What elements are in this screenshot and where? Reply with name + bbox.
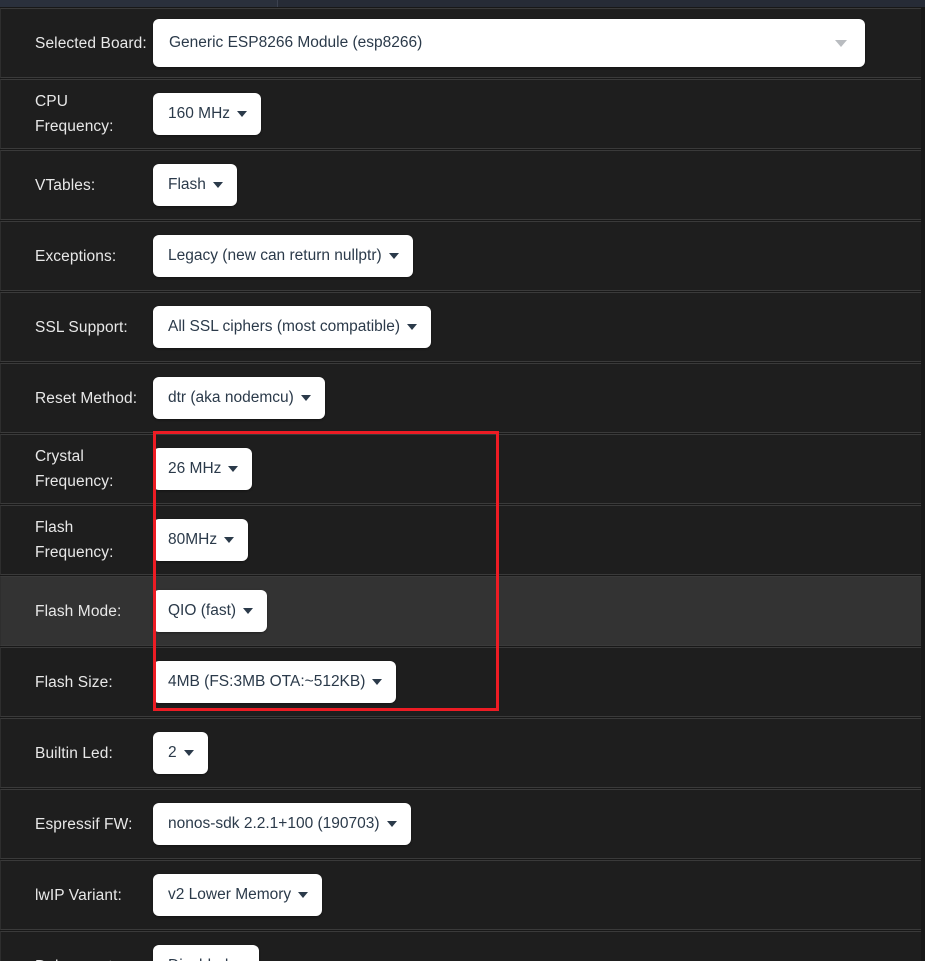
- setting-label-debug-port: Debug port:: [35, 954, 153, 961]
- setting-row-reset-method[interactable]: Reset Method: dtr (aka nodemcu): [0, 363, 921, 433]
- chevron-down-icon: [224, 537, 235, 543]
- setting-label-builtin-led: Builtin Led:: [35, 744, 113, 762]
- setting-control-wrap-ssl-support: All SSL ciphers (most compatible): [153, 306, 921, 348]
- setting-row-flash-frequency[interactable]: Flash Frequency: 80MHz: [0, 505, 921, 575]
- setting-label-flash-mode: Flash Mode:: [35, 602, 122, 620]
- setting-row-cpu-frequency[interactable]: CPU Frequency: 160 MHz: [0, 79, 921, 149]
- dropdown-builtin-led[interactable]: 2: [153, 732, 208, 774]
- setting-control-wrap-crystal-frequency: 26 MHz: [153, 448, 921, 490]
- setting-label-crystal-frequency: Crystal Frequency:: [35, 448, 114, 490]
- chevron-down-icon: [298, 892, 309, 898]
- dropdown-lwip-variant[interactable]: v2 Lower Memory: [153, 874, 323, 916]
- setting-control-wrap-exceptions: Legacy (new can return nullptr): [153, 235, 921, 277]
- dropdown-ssl-support[interactable]: All SSL ciphers (most compatible): [153, 306, 432, 348]
- dropdown-reset-method[interactable]: dtr (aka nodemcu): [153, 377, 325, 419]
- dropdown-flash-mode[interactable]: QIO (fast): [153, 590, 268, 632]
- setting-row-builtin-led[interactable]: Builtin Led: 2: [0, 718, 921, 788]
- settings-rows-container: Selected Board: Generic ESP8266 Module (e…: [0, 8, 925, 961]
- chevron-down-icon: [228, 466, 239, 472]
- setting-label-exceptions: Exceptions:: [35, 247, 117, 265]
- setting-label-reset-method: Reset Method:: [35, 389, 138, 407]
- setting-label-ssl-support: SSL Support:: [35, 318, 128, 336]
- dropdown-value-cpu-frequency: 160 MHz: [168, 105, 231, 123]
- dropdown-value-flash-size: 4MB (FS:3MB OTA:~512KB): [168, 673, 366, 691]
- dropdown-flash-frequency[interactable]: 80MHz: [153, 519, 249, 561]
- setting-label-selected-board: Selected Board:: [35, 34, 147, 52]
- window-top-strip-left-segment: [0, 0, 278, 7]
- dropdown-flash-size[interactable]: 4MB (FS:3MB OTA:~512KB): [153, 661, 397, 703]
- dropdown-value-lwip-variant: v2 Lower Memory: [168, 886, 292, 904]
- chevron-down-icon: [386, 821, 397, 827]
- setting-control-wrap-flash-frequency: 80MHz: [153, 519, 921, 561]
- setting-row-ssl-support[interactable]: SSL Support: All SSL ciphers (most compat…: [0, 292, 921, 362]
- dropdown-crystal-frequency[interactable]: 26 MHz: [153, 448, 253, 490]
- setting-row-flash-size[interactable]: Flash Size: 4MB (FS:3MB OTA:~512KB): [0, 647, 921, 717]
- setting-row-selected-board[interactable]: Selected Board: Generic ESP8266 Module (e…: [0, 8, 921, 78]
- setting-label-flash-frequency: Flash Frequency:: [35, 519, 114, 561]
- dropdown-value-flash-mode: QIO (fast): [168, 602, 237, 620]
- dropdown-value-reset-method: dtr (aka nodemcu): [168, 389, 294, 407]
- setting-row-vtables[interactable]: VTables: Flash: [0, 150, 921, 220]
- chevron-down-icon: [388, 253, 399, 259]
- setting-row-flash-mode[interactable]: Flash Mode: QIO (fast): [0, 576, 921, 646]
- chevron-down-icon: [372, 679, 383, 685]
- setting-label-espressif-fw: Espressif FW:: [35, 815, 133, 833]
- dropdown-value-espressif-fw: nonos-sdk 2.2.1+100 (190703): [168, 815, 380, 833]
- setting-control-wrap-cpu-frequency: 160 MHz: [153, 93, 921, 135]
- setting-row-debug-port[interactable]: Debug port:Disabled: [0, 931, 921, 961]
- setting-row-espressif-fw[interactable]: Espressif FW: nonos-sdk 2.2.1+100 (190703…: [0, 789, 921, 859]
- dropdown-value-exceptions: Legacy (new can return nullptr): [168, 247, 382, 265]
- dropdown-value-vtables: Flash: [168, 176, 206, 194]
- setting-control-wrap-reset-method: dtr (aka nodemcu): [153, 377, 921, 419]
- chevron-down-icon: [183, 750, 194, 756]
- setting-row-exceptions[interactable]: Exceptions: Legacy (new can return nullpt…: [0, 221, 921, 291]
- setting-control-wrap-espressif-fw: nonos-sdk 2.2.1+100 (190703): [153, 803, 921, 845]
- chevron-down-icon: [212, 182, 223, 188]
- setting-row-lwip-variant[interactable]: lwIP Variant: v2 Lower Memory: [0, 860, 921, 930]
- dropdown-value-crystal-frequency: 26 MHz: [168, 460, 222, 478]
- dropdown-value-ssl-support: All SSL ciphers (most compatible): [168, 318, 401, 336]
- setting-label-lwip-variant: lwIP Variant:: [35, 886, 122, 904]
- setting-label-cpu-frequency: CPU Frequency:: [35, 93, 114, 135]
- dropdown-value-builtin-led: 2: [168, 744, 177, 762]
- board-settings-panel[interactable]: Selected Board: Generic ESP8266 Module (e…: [0, 8, 925, 961]
- select-selected-board[interactable]: Generic ESP8266 Module (esp8266): [153, 19, 865, 67]
- setting-row-crystal-frequency[interactable]: Crystal Frequency: 26 MHz: [0, 434, 921, 504]
- setting-control-wrap-flash-mode: QIO (fast): [153, 590, 921, 632]
- setting-control-wrap-selected-board: Generic ESP8266 Module (esp8266): [153, 19, 921, 67]
- setting-control-wrap-builtin-led: 2: [153, 732, 921, 774]
- setting-control-wrap-flash-size: 4MB (FS:3MB OTA:~512KB): [153, 661, 921, 703]
- setting-control-wrap-vtables: Flash: [153, 164, 921, 206]
- chevron-down-icon: [243, 608, 254, 614]
- window-top-strip: [0, 0, 925, 7]
- chevron-down-icon: [407, 324, 418, 330]
- chevron-down-icon: [835, 40, 847, 47]
- chevron-down-icon: [237, 111, 248, 117]
- setting-label-vtables: VTables:: [35, 176, 96, 194]
- setting-control-wrap-debug-port: Disabled: [153, 945, 921, 961]
- setting-label-flash-size: Flash Size:: [35, 673, 113, 691]
- dropdown-espressif-fw[interactable]: nonos-sdk 2.2.1+100 (190703): [153, 803, 411, 845]
- select-value-selected-board: Generic ESP8266 Module (esp8266): [169, 34, 423, 51]
- setting-control-wrap-lwip-variant: v2 Lower Memory: [153, 874, 921, 916]
- chevron-down-icon: [300, 395, 311, 401]
- dropdown-cpu-frequency[interactable]: 160 MHz: [153, 93, 262, 135]
- dropdown-vtables[interactable]: Flash: [153, 164, 237, 206]
- dropdown-exceptions[interactable]: Legacy (new can return nullptr): [153, 235, 413, 277]
- dropdown-debug-port[interactable]: Disabled: [153, 945, 260, 961]
- dropdown-value-flash-frequency: 80MHz: [168, 531, 218, 549]
